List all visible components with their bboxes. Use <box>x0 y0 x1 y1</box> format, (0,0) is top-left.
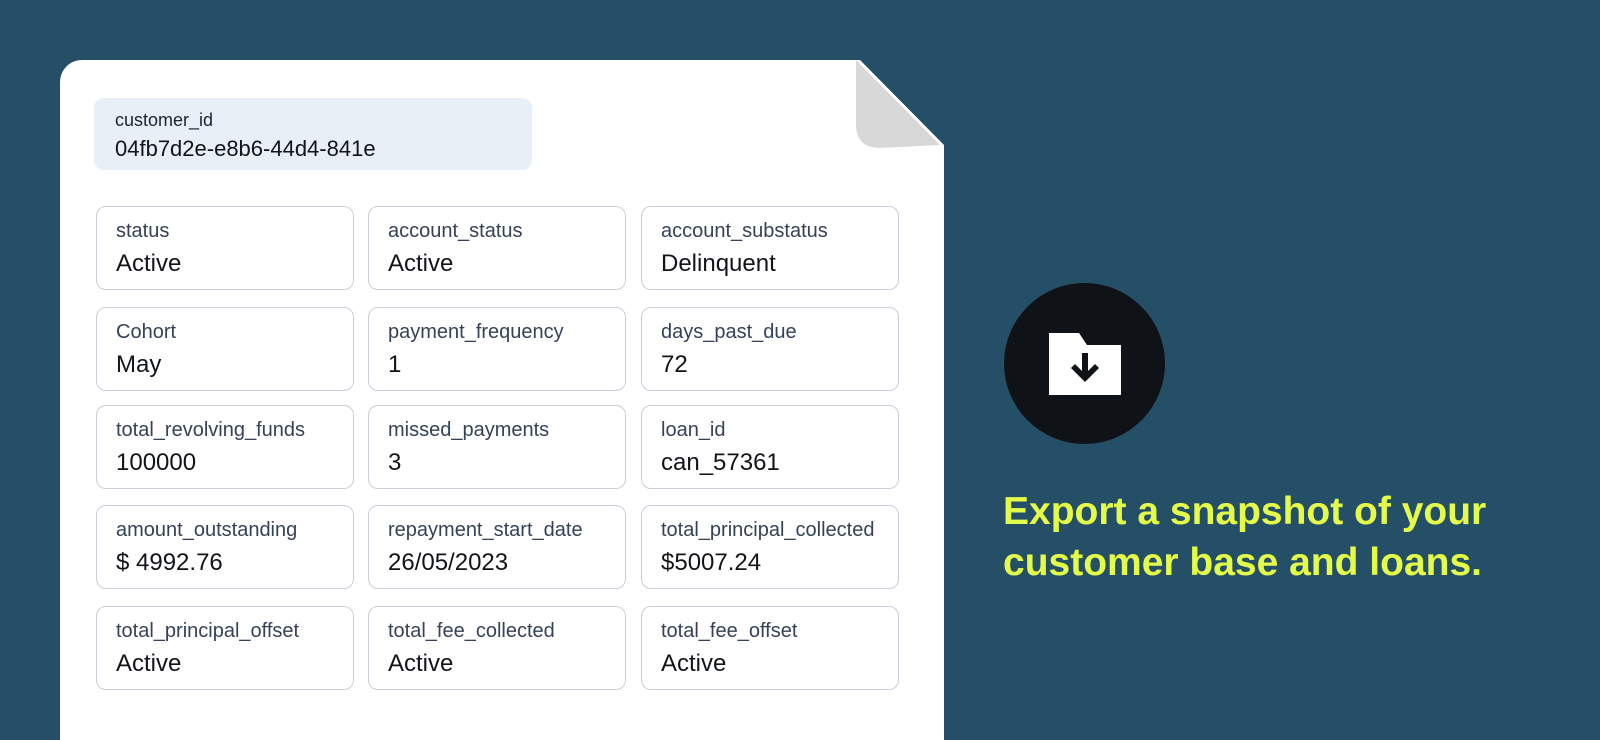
field-value: Active <box>661 650 727 677</box>
field-card: account_status Active <box>368 206 626 290</box>
customer-id-value: 04fb7d2e-e8b6-44d4-841e <box>115 136 376 161</box>
field-card: total_revolving_funds 100000 <box>96 405 354 489</box>
field-value: Active <box>116 250 182 277</box>
field-value: 26/05/2023 <box>388 549 509 576</box>
export-icon-badge <box>1004 283 1165 444</box>
field-value: $5007.24 <box>661 549 762 576</box>
field-label: payment_frequency <box>388 321 564 343</box>
field-value: Active <box>116 650 182 677</box>
field-value: 1 <box>388 351 402 378</box>
field-label: loan_id <box>661 419 726 441</box>
customer-id-label: customer_id <box>115 110 214 130</box>
field-value: 72 <box>661 351 688 378</box>
field-card: total_fee_offset Active <box>641 606 899 690</box>
customer-id-chip: customer_id 04fb7d2e-e8b6-44d4-841e <box>94 98 532 170</box>
export-document-card: customer_id 04fb7d2e-e8b6-44d4-841e stat… <box>60 60 944 740</box>
field-value: May <box>116 351 162 378</box>
field-label: days_past_due <box>661 321 797 343</box>
field-label: amount_outstanding <box>116 519 298 541</box>
field-label: total_fee_offset <box>661 620 798 642</box>
promo-line-1: Export a snapshot of your <box>1003 490 1487 533</box>
field-card: status Active <box>96 206 354 290</box>
promo-line-2: customer base and loans. <box>1003 541 1482 584</box>
field-card: days_past_due 72 <box>641 307 899 391</box>
field-value: Delinquent <box>661 250 776 277</box>
field-label: total_revolving_funds <box>116 419 306 441</box>
field-card: loan_id can_57361 <box>641 405 899 489</box>
field-label: status <box>116 220 170 242</box>
field-card: payment_frequency 1 <box>368 307 626 391</box>
promo-tagline: Export a snapshot of your customer base … <box>1003 486 1563 588</box>
field-card: total_fee_collected Active <box>368 606 626 690</box>
field-card: account_substatus Delinquent <box>641 206 899 290</box>
field-label: missed_payments <box>388 419 550 441</box>
field-label: total_principal_collected <box>661 519 875 541</box>
field-label: account_substatus <box>661 220 828 242</box>
field-value: can_57361 <box>661 449 780 476</box>
field-label: repayment_start_date <box>388 519 583 541</box>
field-value: Active <box>388 650 454 677</box>
field-card: Cohort May <box>96 307 354 391</box>
field-label: total_fee_collected <box>388 620 555 642</box>
field-card: amount_outstanding $ 4992.76 <box>96 505 354 589</box>
field-label: account_status <box>388 220 523 242</box>
field-card: total_principal_collected $5007.24 <box>641 505 899 589</box>
field-label: total_principal_offset <box>116 620 300 642</box>
page-fold-corner <box>856 60 940 148</box>
field-value: 100000 <box>116 449 197 476</box>
field-label: Cohort <box>116 321 177 343</box>
field-value: Active <box>388 250 454 277</box>
folder-download-icon <box>1048 332 1121 395</box>
field-card: missed_payments 3 <box>368 405 626 489</box>
field-value: 3 <box>388 449 402 476</box>
field-value: $ 4992.76 <box>116 549 223 576</box>
field-card: repayment_start_date 26/05/2023 <box>368 505 626 589</box>
field-card: total_principal_offset Active <box>96 606 354 690</box>
